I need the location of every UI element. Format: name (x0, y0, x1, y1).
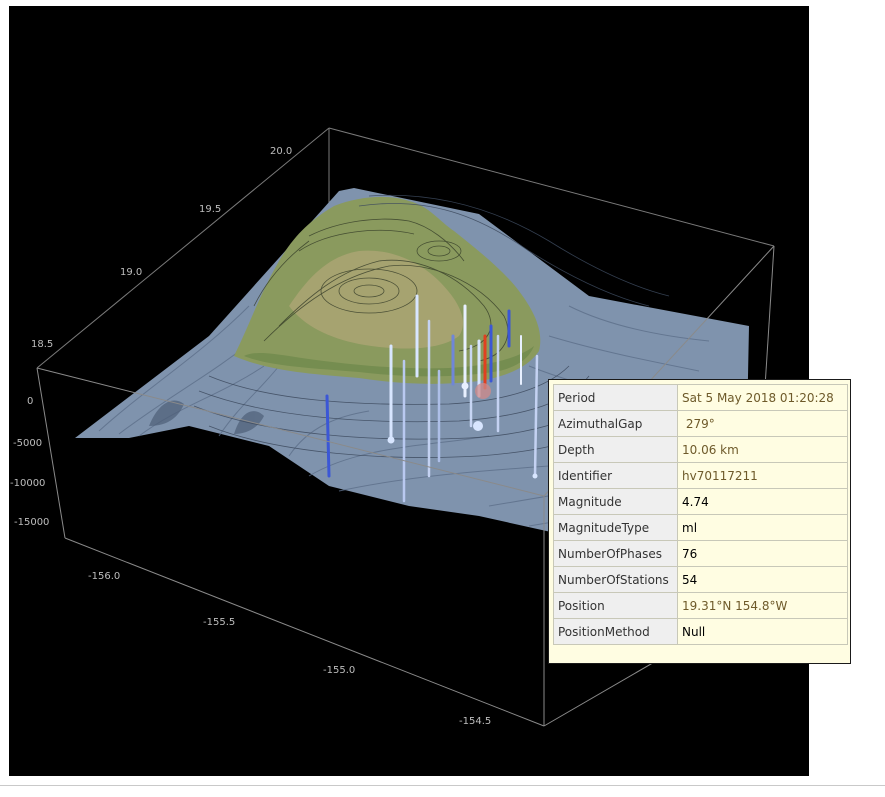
bottom-divider (0, 785, 885, 786)
lat-tick-label: 20.0 (270, 146, 292, 157)
lat-tick-label: 19.0 (120, 267, 142, 278)
tooltip-value: 4.74 (677, 488, 848, 515)
tooltip-value: 279° (677, 410, 848, 437)
quake-marker (532, 473, 538, 479)
tooltip-value: Null (677, 618, 848, 645)
tooltip-row: Magnitude 4.74 (553, 488, 848, 515)
depth-tick-label: -10000 (10, 478, 45, 489)
quake-stick (325, 394, 331, 478)
tooltip-key: Period (553, 384, 678, 411)
tooltip-row: Position 19.31°N 154.8°W (553, 592, 848, 619)
quake-marker (387, 436, 395, 444)
tooltip-key: Identifier (553, 462, 678, 489)
tooltip-key: AzimuthalGap (553, 410, 678, 437)
tooltip-key: Magnitude (553, 488, 678, 515)
depth-tick-label: -15000 (14, 517, 49, 528)
tooltip-key: MagnitudeType (553, 514, 678, 541)
quake-marker (461, 382, 469, 390)
quake-marker-highlight (475, 383, 491, 399)
tooltip-row: NumberOfPhases 76 (553, 540, 848, 567)
lon-tick-label: -156.0 (88, 571, 120, 582)
tooltip-row: Period Sat 5 May 2018 01:20:28 (553, 384, 848, 411)
tooltip-row: Depth 10.06 km (553, 436, 848, 463)
tooltip-key: PositionMethod (553, 618, 678, 645)
tooltip-value: 76 (677, 540, 848, 567)
tooltip-table: Period Sat 5 May 2018 01:20:28 Azimuthal… (553, 384, 848, 645)
lat-tick-label: 19.5 (199, 204, 221, 215)
tooltip-value: ml (677, 514, 848, 541)
tooltip-row: PositionMethod Null (553, 618, 848, 645)
tooltip-value: 10.06 km (677, 436, 848, 463)
lon-tick-label: -155.0 (323, 665, 355, 676)
tooltip-value: Sat 5 May 2018 01:20:28 (677, 384, 848, 411)
earthquake-tooltip: Period Sat 5 May 2018 01:20:28 Azimuthal… (548, 379, 851, 664)
tooltip-value: 54 (677, 566, 848, 593)
tooltip-value: 19.31°N 154.8°W (677, 592, 848, 619)
tooltip-row: NumberOfStations 54 (553, 566, 848, 593)
tooltip-row: AzimuthalGap 279° (553, 410, 848, 437)
tooltip-key: Position (553, 592, 678, 619)
longitude-axis: -156.0 -155.5 -155.0 -154.5 (88, 571, 491, 727)
lat-tick-label: 18.5 (31, 339, 53, 350)
depth-axis: 0 -5000 -10000 -15000 (10, 396, 49, 528)
tooltip-value: hv70117211 (677, 462, 848, 489)
quake-marker (473, 421, 483, 431)
tooltip-key: Depth (553, 436, 678, 463)
tooltip-row: MagnitudeType ml (553, 514, 848, 541)
depth-tick-label: 0 (27, 396, 33, 407)
lon-tick-label: -155.5 (203, 617, 235, 628)
depth-tick-label: -5000 (13, 438, 42, 449)
lon-tick-label: -154.5 (459, 716, 491, 727)
tooltip-key: NumberOfPhases (553, 540, 678, 567)
tooltip-key: NumberOfStations (553, 566, 678, 593)
tooltip-row: Identifier hv70117211 (553, 462, 848, 489)
